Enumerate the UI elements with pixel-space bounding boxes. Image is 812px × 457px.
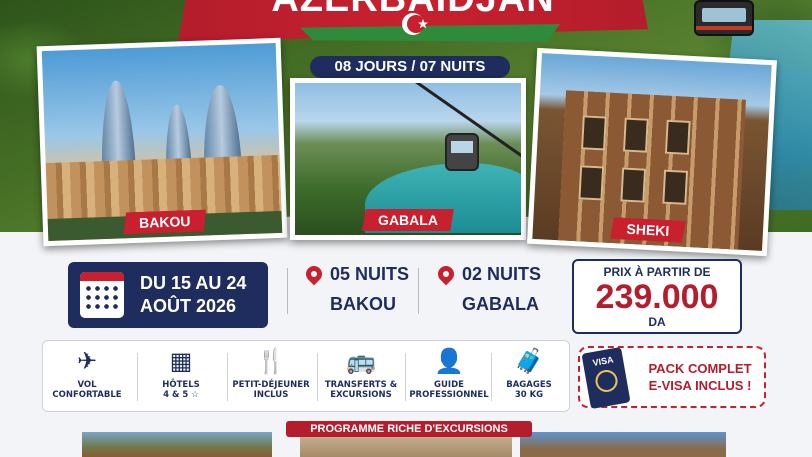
feature-flight: ✈ VOL CONFORTABLE [52,348,122,400]
feature-hotels: ▦ HÔTELS 4 & 5 ☆ [162,348,200,400]
location-pin-icon [302,262,326,286]
card-label: GABALA [362,209,454,231]
gabala-photo: GABALA [295,83,521,235]
stay-gabala: 02 NUITS GABALA [434,262,558,322]
excursion-photo [520,432,726,457]
bus-icon: 🚌 [346,348,376,375]
feature-transfers: 🚌 TRANSFERTS & EXCURSIONS [324,348,398,400]
bakou-photo: BAKOU [41,42,283,242]
stay-bakou: 05 NUITS BAKOU [302,262,416,322]
photo-card-sheki: SHEKI [527,47,777,257]
duration-badge: 08 JOURS / 07 NUITS [310,56,510,78]
location-pin-icon [434,262,458,286]
date-box: DU 15 AU 24 AOÛT 2026 [68,262,268,328]
photo-card-bakou: BAKOU [36,37,288,247]
passport-icon: VISA [581,346,631,410]
hotel-icon: ▦ [169,348,193,375]
visa-badge: VISA PACK COMPLET E-VISA INCLUS ! [578,346,766,410]
feature-luggage: 🧳 BAGAGES 30 KG [506,348,552,400]
luggage-icon: 🧳 [514,348,544,375]
plane-icon: ✈ [76,348,98,375]
excursion-photo [82,432,272,457]
photo-card-gabala: GABALA [290,78,526,240]
price-box: PRIX À PARTIR DE 239.000 DA [572,259,742,334]
cable-car-image [694,0,754,36]
price-value: 239.000 [595,278,719,316]
sheki-photo: SHEKI [532,53,772,251]
guide-icon: 👤 [434,348,464,375]
divider [287,268,288,314]
feature-breakfast: 🍴 PETIT-DÉJEUNER INCLUS [232,348,310,400]
features-panel: ✈ VOL CONFORTABLE ▦ HÔTELS 4 & 5 ☆ 🍴 PET… [42,340,570,412]
cutlery-icon: 🍴 [256,348,286,375]
divider [418,268,419,314]
program-banner: PROGRAMME RICHE D'EXCURSIONS [286,421,532,437]
card-label: BAKOU [123,210,207,235]
card-label: SHEKI [610,217,686,243]
travel-dates: DU 15 AU 24 AOÛT 2026 [140,273,247,316]
feature-guide: 👤 GUIDE PROFESSIONNEL [409,348,489,400]
crescent-star-icon [402,13,428,35]
